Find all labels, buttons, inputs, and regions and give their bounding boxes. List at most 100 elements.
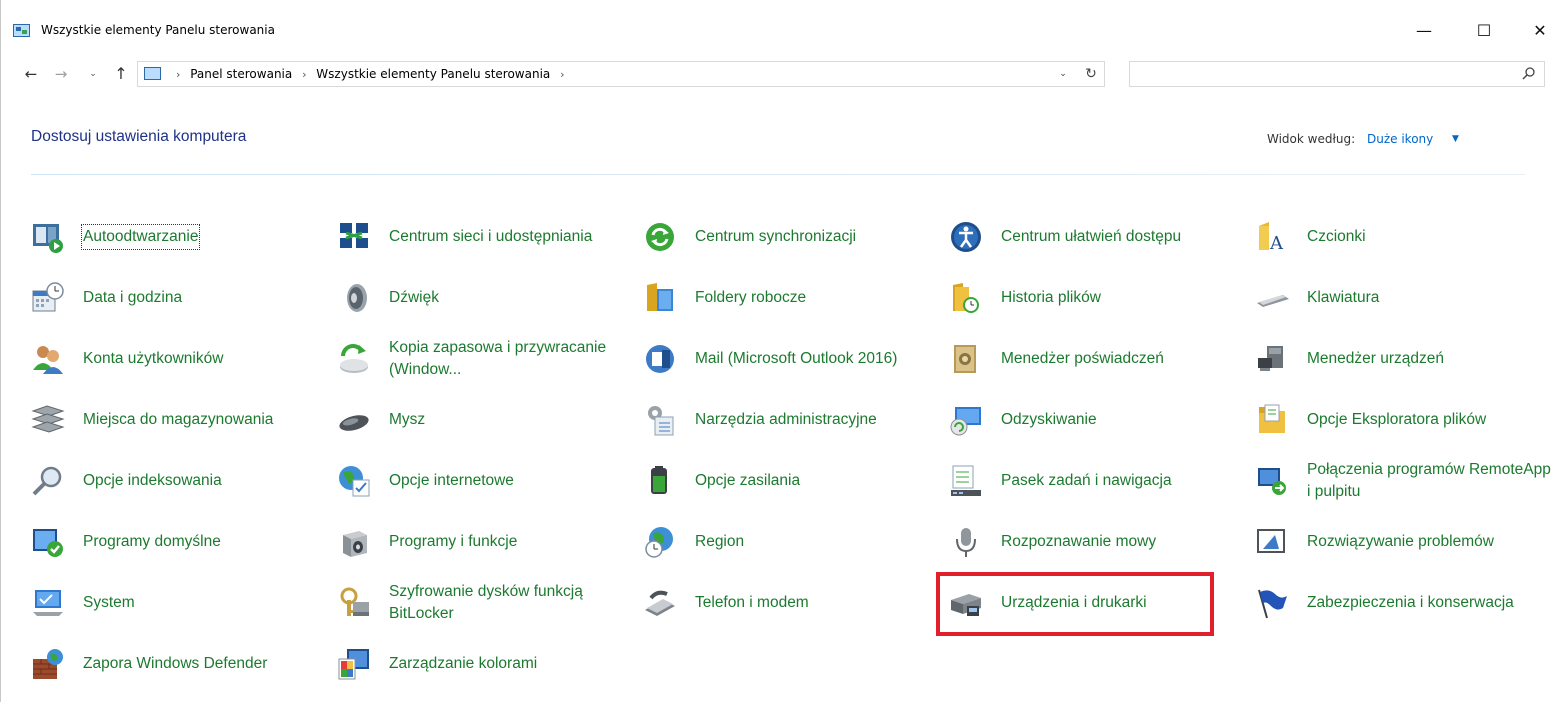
item-odzyskiwanie[interactable]: Odzyskiwanie (919, 389, 1219, 447)
item-system[interactable]: System (1, 572, 301, 630)
item-dzwiek[interactable]: Dźwięk (307, 267, 607, 325)
item-label: Rozpoznawanie mowy (1001, 533, 1157, 550)
refresh-button[interactable]: ↻ (1080, 63, 1102, 85)
item-zabezpieczenia-konserwacja[interactable]: Zabezpieczenia i konserwacja (1225, 572, 1525, 630)
file-history-icon (953, 283, 979, 313)
item-label: Centrum ułatwień dostępu (1001, 228, 1182, 245)
breadcrumb-separator[interactable]: › (170, 68, 186, 81)
item-menedzer-urzadzen[interactable]: Menedżer urządzeń (1225, 328, 1525, 386)
item-label: Szyfrowanie dysków funkcją BitLocker (389, 583, 583, 622)
item-label: Centrum sieci i udostępniania (389, 228, 593, 245)
item-label: Telefon i modem (695, 594, 809, 611)
search-icon[interactable] (1520, 65, 1538, 83)
search-box[interactable] (1129, 61, 1545, 87)
item-label: Menedżer urządzeń (1307, 350, 1444, 367)
mouse-icon (339, 415, 369, 431)
breadcrumb-separator[interactable]: › (296, 68, 312, 81)
item-label: Połączenia programów RemoteApp i pulpitu (1307, 461, 1551, 500)
item-opcje-indeksowania[interactable]: Opcje indeksowania (1, 450, 301, 508)
item-rozpoznawanie-mowy[interactable]: Rozpoznawanie mowy (919, 511, 1219, 569)
item-opcje-zasilania[interactable]: Opcje zasilania (613, 450, 913, 508)
item-centrum-synchronizacji[interactable]: Centrum synchronizacji (613, 206, 913, 264)
item-narzedzia-administracyjne[interactable]: Narzędzia administracyjne (613, 389, 913, 447)
item-polaczenia-remoteapp[interactable]: Połączenia programów RemoteApp i pulpitu (1225, 450, 1551, 508)
item-kopia-zapasowa[interactable]: Kopia zapasowa i przywracanie (Window... (307, 328, 607, 386)
item-label: System (83, 594, 135, 611)
address-dropdown-button[interactable]: ⌄ (1054, 64, 1072, 84)
item-label: Opcje zasilania (695, 472, 801, 489)
item-label: Rozwiązywanie problemów (1307, 533, 1494, 550)
power-options-icon (651, 466, 667, 494)
firewall-icon (33, 649, 63, 679)
breadcrumb-separator[interactable]: › (554, 68, 570, 81)
keyboard-icon (1257, 295, 1289, 307)
ease-of-access-icon (951, 222, 981, 252)
taskbar-icon (951, 465, 981, 496)
up-button[interactable]: ↑ (109, 56, 133, 92)
item-opcje-eksploratora[interactable]: Opcje Eksploratora plików (1225, 389, 1525, 447)
mail-icon (646, 345, 674, 373)
item-klawiatura[interactable]: Klawiatura (1225, 267, 1525, 325)
item-czcionki[interactable]: A Czcionki (1225, 206, 1525, 264)
item-programy-domyslne[interactable]: Programy domyślne (1, 511, 301, 569)
remoteapp-icon (1258, 468, 1286, 495)
item-pasek-zadan[interactable]: Pasek zadań i nawigacja (919, 450, 1219, 508)
item-mysz[interactable]: Mysz (307, 389, 607, 447)
breadcrumb-all-items[interactable]: Wszystkie elementy Panelu sterowania (316, 67, 550, 81)
item-label: Region (695, 533, 745, 550)
fonts-icon: A (1259, 222, 1284, 254)
item-mail[interactable]: Mail (Microsoft Outlook 2016) (613, 328, 913, 386)
item-label: Pasek zadań i nawigacja (1001, 472, 1172, 489)
date-time-icon (32, 282, 64, 312)
item-menedzer-poswiadczen[interactable]: Menedżer poświadczeń (919, 328, 1219, 386)
breadcrumb-panel-sterowania[interactable]: Panel sterowania (190, 67, 292, 81)
network-center-icon (340, 223, 368, 248)
item-telefon-modem[interactable]: Telefon i modem (613, 572, 913, 630)
speech-recognition-icon (956, 528, 976, 557)
color-management-icon (338, 649, 369, 680)
view-by-dropdown[interactable]: Duże ikony (1367, 132, 1433, 146)
item-label: Miejsca do magazynowania (83, 411, 274, 428)
item-region[interactable]: Region (613, 511, 913, 569)
forward-button[interactable]: → (49, 56, 73, 92)
backup-restore-icon (340, 344, 368, 373)
system-icon (33, 590, 63, 616)
item-zapora-windows[interactable]: Zapora Windows Defender (1, 633, 301, 691)
item-szyfrowanie-bitlocker[interactable]: Szyfrowanie dysków funkcją BitLocker (307, 572, 607, 630)
address-bar[interactable]: › Panel sterowania › Wszystkie elementy … (137, 61, 1105, 87)
item-centrum-ulatwien[interactable]: Centrum ułatwień dostępu (919, 206, 1219, 264)
item-label: Opcje indeksowania (83, 472, 222, 489)
maximize-button[interactable]: ☐ (1461, 14, 1507, 48)
item-konta-uzytkownikow[interactable]: Konta użytkowników (1, 328, 301, 386)
item-centrum-sieci[interactable]: Centrum sieci i udostępniania (307, 206, 607, 264)
caret-down-icon[interactable]: ▼ (1452, 134, 1459, 144)
item-autoodtwarzanie[interactable]: Autoodtwarzanie (1, 206, 301, 264)
file-explorer-options-icon (1259, 404, 1285, 433)
item-label: Menedżer poświadczeń (1001, 350, 1164, 367)
item-label: Centrum synchronizacji (695, 228, 857, 245)
item-label: Kopia zapasowa i przywracanie (Window... (389, 339, 607, 378)
item-label: Dźwięk (389, 289, 439, 306)
item-opcje-internetowe[interactable]: Opcje internetowe (307, 450, 607, 508)
control-panel-window: Wszystkie elementy Panelu sterowania — ☐… (0, 0, 1554, 702)
user-accounts-icon (33, 346, 63, 374)
breadcrumb: › Panel sterowania › Wszystkie elementy … (170, 67, 571, 81)
troubleshooting-icon (1257, 529, 1285, 553)
page-title: Dostosuj ustawienia komputera (31, 128, 247, 145)
phone-modem-icon (645, 590, 675, 616)
page-header: Dostosuj ustawienia komputera Widok wedł… (1, 110, 1554, 176)
default-programs-icon (33, 529, 63, 557)
recent-locations-button[interactable]: ⌄ (85, 56, 101, 92)
back-button[interactable]: ← (19, 56, 43, 92)
control-panel-icon (144, 67, 161, 80)
item-historia-plikow[interactable]: Historia plików (919, 267, 1219, 325)
title-bar[interactable]: Wszystkie elementy Panelu sterowania — ☐… (1, 0, 1554, 48)
item-rozwiazywanie-problemow[interactable]: Rozwiązywanie problemów (1225, 511, 1525, 569)
item-zarzadzanie-kolorami[interactable]: Zarządzanie kolorami (307, 633, 607, 691)
item-data-godzina[interactable]: Data i godzina (1, 267, 301, 325)
minimize-button[interactable]: — (1401, 14, 1447, 48)
item-miejsca-magazynowania[interactable]: Miejsca do magazynowania (1, 389, 301, 447)
close-button[interactable]: ✕ (1517, 14, 1554, 48)
item-programy-funkcje[interactable]: Programy i funkcje (307, 511, 607, 569)
item-foldery-robocze[interactable]: Foldery robocze (613, 267, 913, 325)
